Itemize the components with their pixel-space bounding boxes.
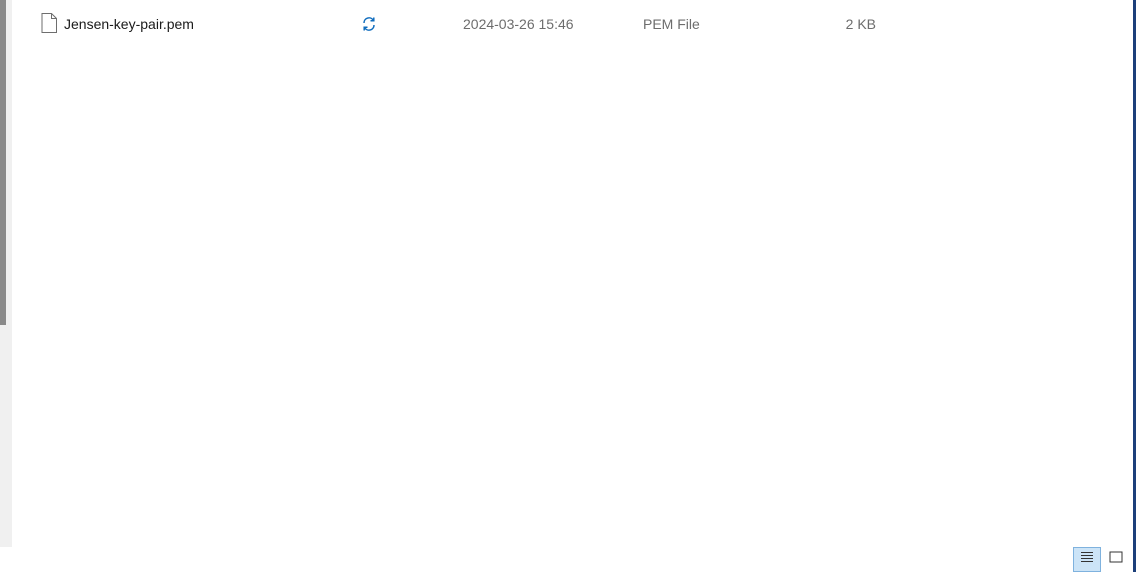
file-name[interactable]: Jensen-key-pair.pem	[64, 16, 194, 32]
sync-icon	[361, 16, 377, 32]
file-list: Jensen-key-pair.pem 2024-03-26 15:46 PEM…	[12, 0, 1132, 547]
details-view-icon	[1079, 550, 1095, 569]
file-row[interactable]: Jensen-key-pair.pem 2024-03-26 15:46 PEM…	[12, 8, 1122, 40]
large-icons-view-icon	[1108, 550, 1124, 569]
file-type: PEM File	[643, 16, 700, 32]
status-bar	[0, 547, 1133, 572]
document-icon	[41, 13, 57, 33]
file-date-modified: 2024-03-26 15:46	[463, 16, 574, 32]
file-size: 2 KB	[845, 16, 876, 32]
navigation-pane-scrollbar-thumb[interactable]	[0, 0, 6, 325]
details-view-button[interactable]	[1073, 547, 1101, 572]
large-icons-view-button[interactable]	[1102, 547, 1130, 572]
